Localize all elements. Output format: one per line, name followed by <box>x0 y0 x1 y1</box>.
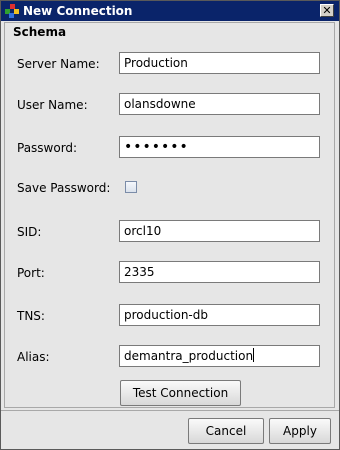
user-name-field[interactable]: olansdowne <box>119 93 320 115</box>
new-connection-dialog: New Connection ✕ Schema Server Name: Pro… <box>0 0 340 450</box>
server-name-field[interactable]: Production <box>119 52 320 74</box>
password-field[interactable]: ••••••• <box>119 136 320 158</box>
port-field[interactable]: 2335 <box>119 261 320 283</box>
schema-group-title: Schema <box>13 25 67 39</box>
password-label: Password: <box>17 141 78 155</box>
footer-divider <box>1 410 339 411</box>
alias-label: Alias: <box>17 350 50 364</box>
sid-label: SID: <box>17 225 42 239</box>
server-name-label: Server Name: <box>17 57 100 71</box>
save-password-checkbox[interactable] <box>125 181 137 193</box>
window-title: New Connection <box>23 4 133 18</box>
port-label: Port: <box>17 266 45 280</box>
save-password-label: Save Password: <box>17 181 111 195</box>
close-icon: ✕ <box>322 4 332 17</box>
close-button[interactable]: ✕ <box>320 4 334 17</box>
schema-group: Schema Server Name: Production User Name… <box>4 22 335 408</box>
colored-blocks-icon <box>5 4 19 18</box>
title-bar[interactable]: New Connection ✕ <box>1 1 339 21</box>
tns-field[interactable]: production-db <box>119 304 320 326</box>
text-caret <box>253 348 255 362</box>
alias-field[interactable]: demantra_production <box>119 345 320 367</box>
user-name-label: User Name: <box>17 98 88 112</box>
sid-field[interactable]: orcl10 <box>119 220 320 242</box>
tns-label: TNS: <box>17 309 45 323</box>
apply-button[interactable]: Apply <box>269 418 331 444</box>
alias-value: demantra_production <box>124 349 254 363</box>
test-connection-button[interactable]: Test Connection <box>120 380 241 406</box>
cancel-button[interactable]: Cancel <box>188 418 264 444</box>
